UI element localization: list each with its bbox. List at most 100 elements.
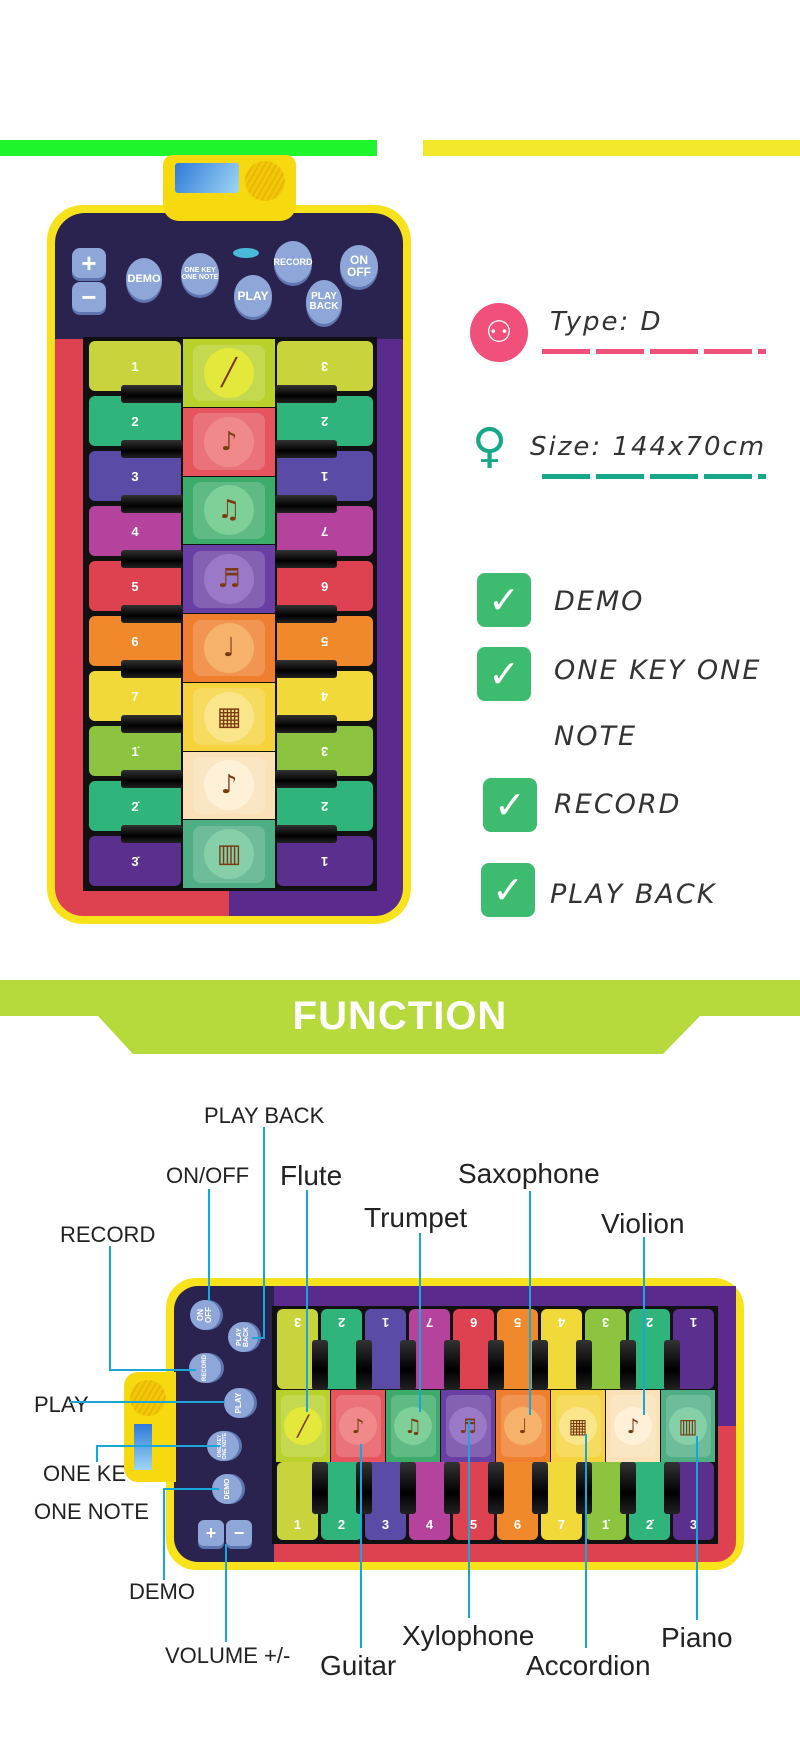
black-key[interactable] (444, 1462, 460, 1514)
xylophone-icon: ♬ (449, 1407, 487, 1445)
type-underline (542, 349, 766, 354)
play-back-button[interactable]: PLAY BACK (306, 280, 342, 324)
black-key[interactable] (312, 1462, 328, 1514)
piano-key[interactable]: 3 (89, 451, 181, 501)
xylophone-icon: ♬ (204, 554, 254, 605)
black-key[interactable] (532, 1462, 548, 1514)
piano-key[interactable]: 6 (89, 616, 181, 666)
tile-inner: ♩ (193, 619, 265, 677)
black-key[interactable] (664, 1462, 680, 1514)
black-key[interactable] (121, 605, 183, 623)
tile-inner: ▥ (193, 825, 265, 883)
black-key[interactable] (121, 770, 183, 788)
black-key[interactable] (356, 1462, 372, 1514)
piano-key[interactable]: 3̇ (89, 836, 181, 886)
black-key[interactable] (576, 1462, 592, 1514)
record-button[interactable]: RECORD (189, 1353, 221, 1383)
one-key-one-note-button[interactable]: ONE KEY ONE NOTE (181, 253, 219, 295)
tile-inner: ♪ (193, 757, 265, 814)
black-key[interactable] (275, 605, 337, 623)
black-key[interactable] (532, 1340, 548, 1390)
demo-button[interactable]: DEMO (126, 258, 162, 300)
key-number: 3 (131, 468, 139, 484)
play-button[interactable]: PLAY (224, 1388, 254, 1418)
piano-key[interactable]: 6 (277, 561, 373, 611)
black-key[interactable] (312, 1340, 328, 1390)
black-key[interactable] (275, 440, 337, 458)
volume-up-button[interactable]: + (72, 248, 106, 278)
record-button[interactable]: RECORD (274, 241, 313, 283)
piano-key[interactable]: 5 (277, 616, 373, 666)
black-key[interactable] (400, 1462, 416, 1514)
product-page: + − DEMO ONE KEY ONE NOTE PLAY RECORD PL… (0, 0, 800, 1763)
piano-key[interactable]: 5 (89, 561, 181, 611)
black-key[interactable] (275, 715, 337, 733)
black-key[interactable] (275, 770, 337, 788)
piano-key[interactable]: 3 (277, 341, 373, 391)
piano-key[interactable]: 1 (277, 451, 373, 501)
callout-play: PLAY (34, 1392, 89, 1417)
saxophone-icon: ♩ (504, 1407, 542, 1445)
piano-key[interactable]: 7 (277, 506, 373, 556)
piano-key[interactable]: 1̇ (89, 726, 181, 776)
black-key[interactable] (275, 825, 337, 843)
black-key[interactable] (121, 715, 183, 733)
black-key[interactable] (121, 495, 183, 513)
accordion-icon: ▦ (559, 1407, 597, 1445)
feature-play-back: PLAY BACK (550, 879, 717, 910)
black-key[interactable] (620, 1340, 636, 1390)
callout-guitar: Guitar (320, 1650, 397, 1681)
instrument-tile: ♬ (441, 1390, 495, 1462)
side-button-panel (174, 1286, 274, 1562)
black-key[interactable] (275, 660, 337, 678)
on-off-button[interactable]: ON OFF (190, 1300, 220, 1330)
piano-key[interactable]: 2 (89, 396, 181, 446)
piano-key[interactable]: 7 (89, 671, 181, 721)
black-key[interactable] (576, 1340, 592, 1390)
callout-accordion: Accordion (526, 1650, 651, 1681)
check-icon: ✓ (483, 778, 537, 832)
black-key[interactable] (121, 440, 183, 458)
piano-key[interactable]: 2 (277, 781, 373, 831)
piano-key[interactable]: 3 (277, 726, 373, 776)
volume-down-button[interactable]: − (72, 282, 106, 312)
callout-demo: DEMO (129, 1579, 195, 1604)
play-back-button[interactable]: PLAY BACK (228, 1322, 258, 1352)
black-key[interactable] (121, 385, 183, 403)
piano-key[interactable]: 2̇ (89, 781, 181, 831)
instrument-tile: ♩ (183, 614, 275, 682)
black-key[interactable] (400, 1340, 416, 1390)
piano-key[interactable]: 1 (277, 836, 373, 886)
piano-key[interactable]: 2 (277, 396, 373, 446)
speaker-unit (163, 155, 296, 221)
black-key[interactable] (356, 1340, 372, 1390)
piano-key[interactable]: 4 (277, 671, 373, 721)
play-button[interactable]: PLAY (234, 275, 272, 317)
display-panel (134, 1424, 152, 1470)
callout-xylophone: Xylophone (402, 1620, 535, 1651)
demo-button[interactable]: DEMO (212, 1474, 242, 1504)
key-number: 1 (321, 468, 329, 484)
piano-key[interactable]: 4 (89, 506, 181, 556)
black-key[interactable] (620, 1462, 636, 1514)
one-key-one-note-button[interactable]: ONE KEY ONE NOTE (207, 1431, 239, 1461)
black-key[interactable] (275, 385, 337, 403)
black-key[interactable] (121, 825, 183, 843)
black-key[interactable] (488, 1462, 504, 1514)
key-number: 3 (293, 1315, 302, 1330)
black-key[interactable] (444, 1340, 460, 1390)
key-number: 6 (469, 1315, 478, 1330)
volume-down-button[interactable]: − (226, 1520, 252, 1546)
callout-violion: Violion (601, 1208, 685, 1239)
on-off-button[interactable]: ON OFF (340, 245, 378, 287)
tile-inner: ▦ (193, 688, 265, 745)
key-number: 1̇ (131, 743, 139, 759)
black-key[interactable] (488, 1340, 504, 1390)
volume-up-button[interactable]: + (198, 1520, 224, 1546)
black-key[interactable] (121, 550, 183, 568)
piano-key[interactable]: 1 (89, 341, 181, 391)
black-key[interactable] (664, 1340, 680, 1390)
black-key[interactable] (275, 550, 337, 568)
black-key[interactable] (121, 660, 183, 678)
black-key[interactable] (275, 495, 337, 513)
